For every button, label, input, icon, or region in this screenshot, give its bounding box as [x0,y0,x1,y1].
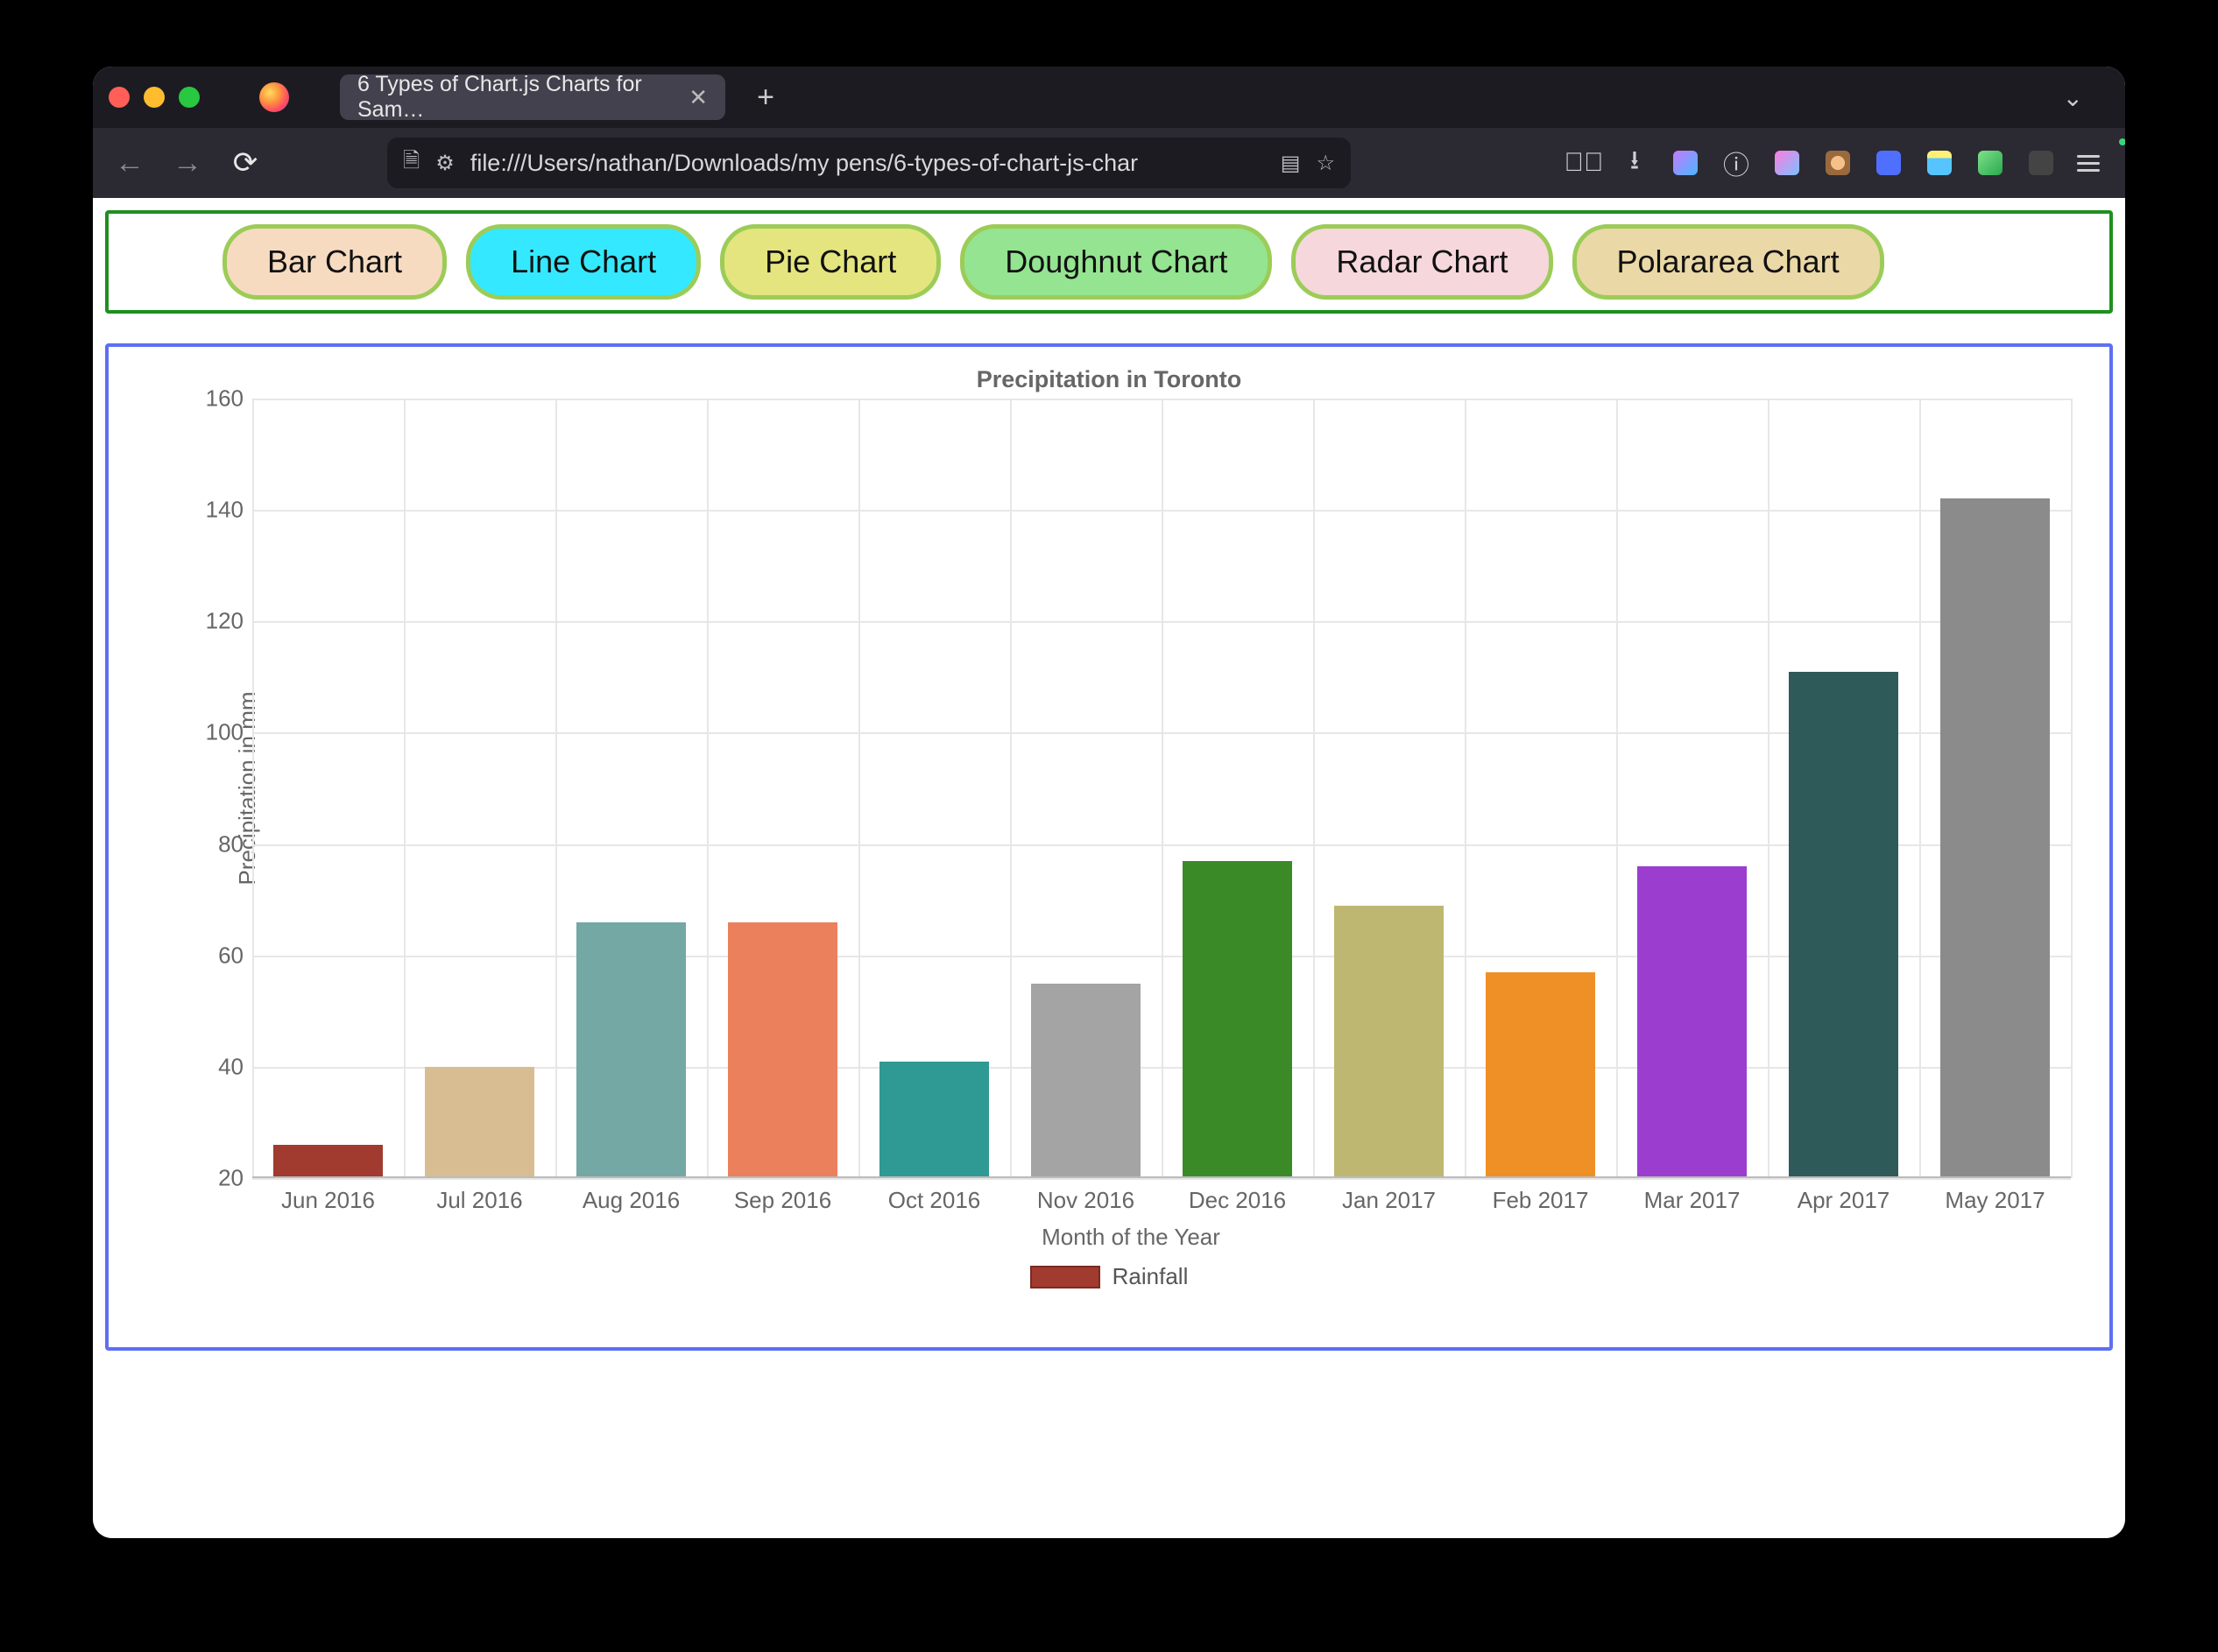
x-tick-label: Oct 2016 [888,1187,981,1214]
bar[interactable] [1183,861,1292,1178]
y-tick-label: 160 [194,385,244,413]
bar[interactable] [1637,866,1747,1178]
close-window-button[interactable] [109,87,130,108]
toolbar: ← → ⟳ 🗎 ⚙ file:///Users/nathan/Downloads… [93,128,2125,198]
extension-monkey-icon[interactable] [1820,145,1855,180]
chart-title: Precipitation in Toronto [138,366,2080,393]
url-bar[interactable]: 🗎 ⚙ file:///Users/nathan/Downloads/my pe… [387,138,1351,188]
reload-button[interactable]: ⟳ [224,145,266,180]
polararea-chart-button[interactable]: Polararea Chart [1572,224,1884,300]
x-axis-label: Month of the Year [182,1224,2080,1251]
x-tick-label: Dec 2016 [1189,1187,1286,1214]
downloads-icon[interactable]: ⭳ [1617,145,1652,180]
chart-plot-area: Precipitation in mm 20406080100120140160… [252,399,2071,1178]
chart-legend[interactable]: Rainfall [138,1263,2080,1290]
firefox-logo-icon [259,82,289,112]
x-tick-label: Apr 2017 [1798,1187,1890,1214]
extension-note-icon[interactable] [1922,145,1957,180]
url-text: file:///Users/nathan/Downloads/my pens/6… [470,150,1138,177]
chart-container: Precipitation in Toronto Precipitation i… [105,343,2113,1351]
extension-save-icon[interactable] [1871,145,1906,180]
pie-chart-button[interactable]: Pie Chart [720,224,941,300]
line-chart-button[interactable]: Line Chart [466,224,701,300]
y-tick-label: 40 [194,1053,244,1080]
x-tick-label: Jan 2017 [1342,1187,1436,1214]
back-button[interactable]: ← [109,146,151,180]
x-tick-label: Aug 2016 [583,1187,680,1214]
legend-swatch-icon [1030,1266,1100,1288]
bar[interactable] [576,922,686,1178]
y-tick-label: 120 [194,608,244,635]
bar[interactable] [1940,498,2050,1178]
legend-label: Rainfall [1113,1263,1189,1290]
y-tick-label: 60 [194,942,244,969]
bar[interactable] [1031,984,1141,1179]
bar[interactable] [1789,672,1898,1179]
bookmark-star-icon[interactable]: ☆ [1316,151,1335,176]
browser-tab[interactable]: 6 Types of Chart.js Charts for Sam… ✕ [340,74,725,120]
bar[interactable] [879,1062,989,1179]
maximize-window-button[interactable] [179,87,200,108]
app-menu-button[interactable] [2074,145,2109,180]
site-settings-icon[interactable]: ⚙ [435,151,455,176]
x-tick-label: Jun 2016 [281,1187,375,1214]
x-tick-label: Sep 2016 [734,1187,831,1214]
extension-darkbug-icon[interactable] [2024,145,2059,180]
tab-title: 6 Types of Chart.js Charts for Sam… [357,72,676,123]
bar[interactable] [425,1067,534,1178]
y-tick-label: 80 [194,830,244,858]
close-tab-button[interactable]: ✕ [689,84,708,111]
y-tick-label: 140 [194,497,244,524]
minimize-window-button[interactable] [144,87,165,108]
bar[interactable] [273,1145,383,1178]
y-tick-label: 20 [194,1165,244,1192]
new-tab-button[interactable]: + [748,81,783,115]
browser-window: 6 Types of Chart.js Charts for Sam… ✕ + … [93,67,2125,1538]
extension-stylus-icon[interactable] [1668,145,1703,180]
y-tick-label: 100 [194,719,244,746]
bar[interactable] [1334,906,1444,1179]
x-tick-label: Feb 2017 [1493,1187,1589,1214]
info-icon[interactable]: ⓘ [1719,145,1754,180]
chart-type-buttons: Bar Chart Line Chart Pie Chart Doughnut … [105,210,2113,314]
bar[interactable] [728,922,837,1178]
x-tick-label: Jul 2016 [436,1187,522,1214]
x-tick-label: Mar 2017 [1644,1187,1741,1214]
reader-mode-icon[interactable]: ▤ [1281,151,1301,176]
bar[interactable] [1486,972,1595,1178]
x-tick-label: May 2017 [1945,1187,2045,1214]
bar-chart-button[interactable]: Bar Chart [223,224,447,300]
file-icon: 🗎 [403,145,420,181]
forward-button[interactable]: → [166,146,208,180]
x-tick-label: Nov 2016 [1037,1187,1134,1214]
extension-highlighter-icon[interactable] [1769,145,1805,180]
page-content: Bar Chart Line Chart Pie Chart Doughnut … [93,198,2125,1538]
radar-chart-button[interactable]: Radar Chart [1291,224,1552,300]
tab-bar: 6 Types of Chart.js Charts for Sam… ✕ + … [93,67,2125,128]
extension-colorpicker-icon[interactable] [1973,145,2008,180]
pocket-icon[interactable]: ⌄⃞ [1566,145,1601,180]
doughnut-chart-button[interactable]: Doughnut Chart [960,224,1272,300]
tabs-dropdown-button[interactable]: ⌄ [2063,83,2083,112]
window-controls [109,87,200,108]
